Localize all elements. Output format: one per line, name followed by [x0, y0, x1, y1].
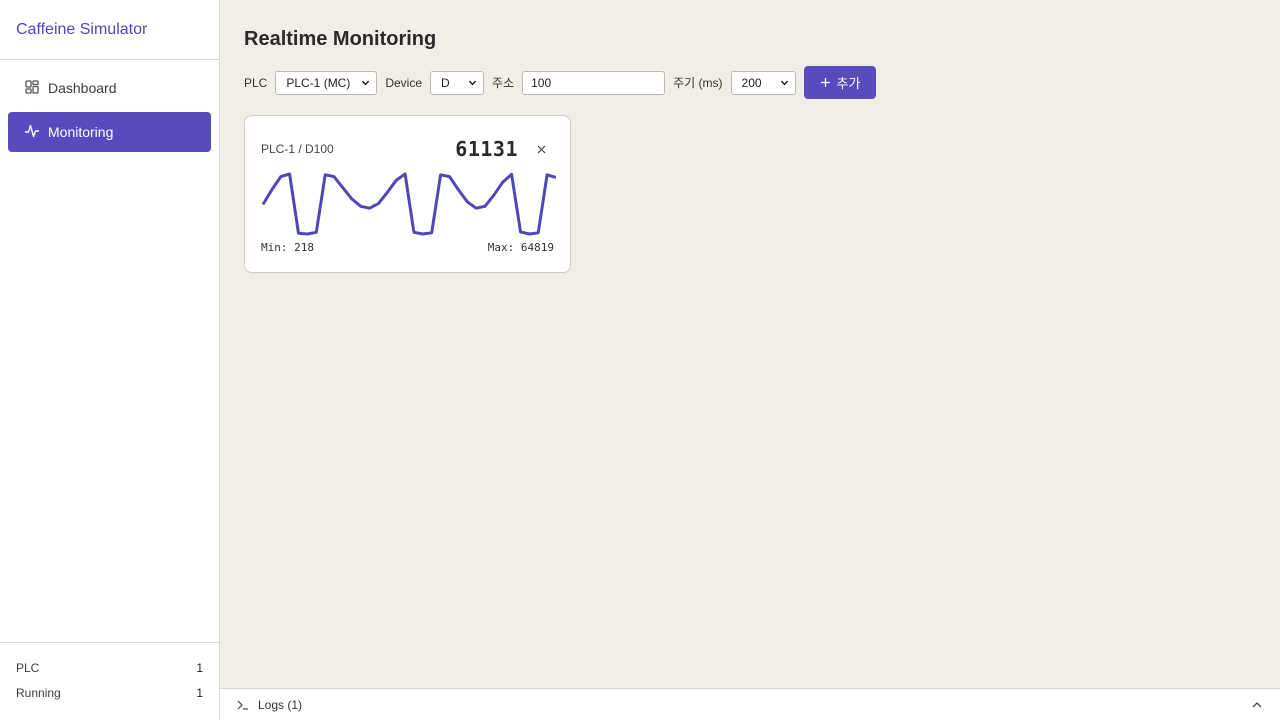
stat-running: Running 1 [16, 680, 203, 705]
add-monitor-button[interactable]: 추가 [803, 66, 877, 99]
plc-select-value: PLC-1 (MC) [286, 75, 351, 90]
plc-select[interactable]: PLC-1 (MC) [275, 70, 378, 95]
page-title: Realtime Monitoring [244, 28, 437, 50]
add-button-label: 추가 [836, 76, 861, 91]
device-select-value: D [441, 75, 450, 90]
sidebar-item-monitoring[interactable]: Monitoring [8, 112, 211, 152]
sidebar-item-label: Dashboard [48, 80, 117, 96]
sidebar: Caffeine Simulator Dashboard Monitoring [0, 0, 220, 720]
device-label: Device [385, 75, 423, 90]
min-label: Min: 218 [261, 241, 314, 254]
stat-label: Running [16, 685, 61, 700]
sidebar-stats: PLC 1 Running 1 [0, 642, 219, 720]
main-content: Realtime Monitoring PLC PLC-1 (MC) Devic… [220, 0, 1280, 688]
sidebar-item-dashboard[interactable]: Dashboard [8, 68, 211, 108]
address-input[interactable] [522, 70, 666, 95]
chevron-down-icon [780, 80, 788, 86]
stat-label: PLC [16, 660, 40, 675]
sidebar-item-label: Monitoring [48, 124, 114, 140]
device-select[interactable]: D [430, 70, 485, 95]
chevron-down-icon [468, 80, 477, 86]
logs-label: Logs (1) [258, 697, 303, 712]
stat-value: 1 [196, 685, 203, 700]
sparkline-series [261, 172, 556, 236]
chevron-up-icon[interactable] [1250, 698, 1264, 712]
terminal-icon [237, 700, 248, 710]
sidebar-nav: Dashboard Monitoring [0, 60, 219, 164]
stat-plc: PLC 1 [16, 655, 203, 680]
activity-icon [24, 123, 40, 142]
monitor-card-label: PLC-1 / D100 [261, 142, 334, 156]
close-icon[interactable] [534, 142, 548, 156]
interval-select-value: 200 [741, 75, 762, 90]
dashboard-icon [24, 79, 40, 98]
plc-label: PLC [244, 75, 268, 90]
chevron-down-icon [362, 80, 370, 86]
monitor-card-value: 61131 [455, 137, 518, 161]
sparkline-chart [261, 172, 556, 236]
interval-label: 주기 (ms) [673, 76, 723, 90]
logs-bar[interactable]: Logs (1) [220, 688, 1280, 720]
monitor-card: PLC-1 / D100 61131 Min: 218 Max: 64819 [244, 115, 571, 273]
stat-value: 1 [196, 660, 203, 675]
monitor-toolbar: PLC PLC-1 (MC) Device D 주소 주기 (ms) 200 추… [244, 66, 877, 99]
app-title: Caffeine Simulator [0, 0, 219, 60]
max-label: Max: 64819 [487, 241, 554, 254]
address-label: 주소 [492, 76, 515, 90]
plus-icon [820, 78, 830, 87]
interval-select[interactable]: 200 [730, 70, 796, 95]
